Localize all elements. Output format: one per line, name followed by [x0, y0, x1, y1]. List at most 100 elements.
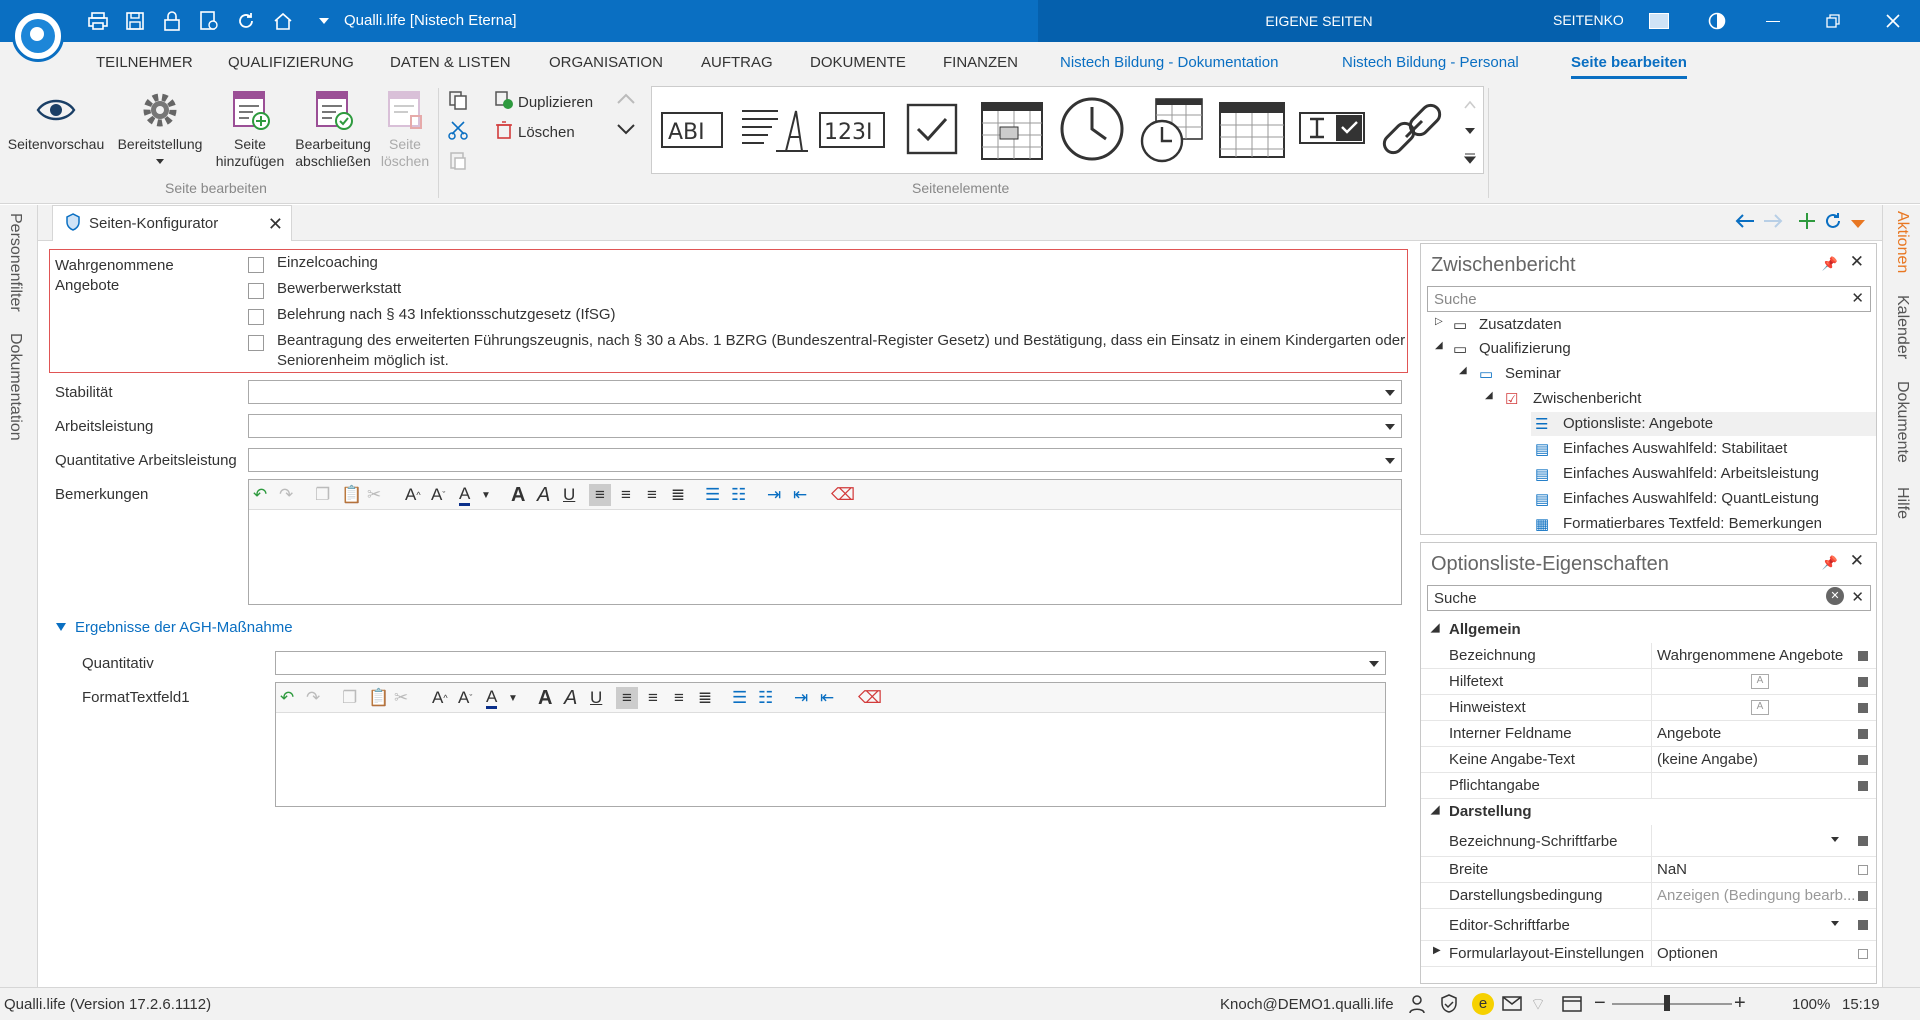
menu-nistech-dokumentation[interactable]: Nistech Bildung - Dokumentation [1060, 54, 1278, 71]
prop-marker[interactable] [1858, 920, 1868, 930]
text-check-icon[interactable] [1296, 93, 1368, 165]
category-darstellung[interactable]: ◢ Darstellung [1421, 799, 1876, 825]
checkbox-belehrung[interactable] [248, 309, 264, 325]
chevron-down-icon[interactable] [1831, 921, 1839, 926]
loeschen-button[interactable]: Löschen [494, 120, 575, 144]
bold-icon[interactable]: A [538, 687, 552, 709]
menu-dokumente[interactable]: DOKUMENTE [810, 54, 906, 71]
checkbox-icon[interactable] [896, 93, 968, 165]
shrink-font-icon[interactable]: Aˇ [431, 484, 445, 506]
bold-icon[interactable]: A [511, 484, 525, 506]
pin-icon[interactable]: 📌 [1822, 256, 1838, 272]
tree-node-quantleistung[interactable]: Einfaches Auswahlfeld: QuantLeistung [1563, 490, 1819, 507]
forward-arrow-icon[interactable] [1762, 213, 1784, 233]
tree-node-optionsliste[interactable]: Optionsliste: Angebote [1563, 415, 1713, 432]
mail-icon[interactable] [1502, 996, 1522, 1016]
prop-value[interactable]: Optionen [1657, 945, 1857, 962]
prop-value[interactable]: NaN [1657, 861, 1857, 878]
align-center-icon[interactable]: ≡ [642, 687, 664, 709]
menu-seite-bearbeiten[interactable]: Seite bearbeiten [1571, 54, 1687, 79]
tree-node-zwischenbericht[interactable]: Zwischenbericht [1533, 390, 1641, 407]
side-tab-hilfe[interactable]: Hilfe [1893, 487, 1911, 519]
seite-hinzufuegen-button[interactable]: Seite hinzufügen [210, 88, 290, 170]
prop-marker[interactable] [1858, 836, 1868, 846]
indent-icon[interactable]: ⇥ [794, 687, 808, 709]
grow-font-icon[interactable]: A ^ [432, 687, 448, 709]
calendar-icon[interactable] [976, 93, 1048, 165]
window-icon[interactable] [1562, 996, 1582, 1016]
prop-row[interactable]: ▶ Formularlayout-Einstellungen Optionen [1421, 941, 1876, 967]
quick-access-dropdown-icon[interactable] [312, 9, 336, 33]
italic-icon[interactable]: A [537, 484, 550, 506]
tree-node-arbeitsleistung[interactable]: Einfaches Auswahlfeld: Arbeitsleistung [1563, 465, 1819, 482]
chevron-down-icon[interactable] [1831, 837, 1839, 842]
formattextfeld-editor[interactable]: ↶ ↷ ❐ 📋 ✂ A ^ Aˇ A ▼ A A U ≡ ≡ ≡ ≣ ☰ ☷ ⇥ … [275, 682, 1386, 807]
layout-icon[interactable] [1648, 10, 1670, 32]
align-right-icon[interactable]: ≡ [668, 687, 690, 709]
side-tab-kalender[interactable]: Kalender [1893, 295, 1911, 359]
text-edit-icon[interactable]: A [1751, 700, 1769, 715]
seite-loeschen-button[interactable]: Seite löschen [376, 88, 434, 170]
font-color-icon[interactable]: A [459, 484, 471, 506]
prop-marker[interactable] [1858, 703, 1868, 713]
bearbeitung-abschliessen-button[interactable]: Bearbeitung abschließen [290, 88, 376, 170]
justify-icon[interactable]: ≣ [694, 687, 716, 709]
tree-node-zusatzdaten[interactable]: Zusatzdaten [1479, 316, 1562, 333]
zoom-in-icon[interactable]: + [1734, 992, 1746, 1015]
expand-arrow-icon[interactable]: ▷ [1435, 316, 1443, 327]
menu-nistech-personal[interactable]: Nistech Bildung - Personal [1342, 54, 1519, 71]
contrast-icon[interactable] [1706, 10, 1728, 32]
shield-check-icon[interactable] [1440, 994, 1458, 1018]
prop-row[interactable]: Editor-Schriftfarbe [1421, 909, 1876, 941]
cut-icon[interactable]: ✂ [367, 484, 381, 506]
copy-icon[interactable]: ❐ [315, 484, 330, 506]
duplizieren-button[interactable]: Duplizieren [494, 90, 593, 114]
search-clear-icon[interactable]: ✕ [1851, 289, 1864, 307]
menu-teilnehmer[interactable]: TEILNEHMER [96, 54, 193, 71]
refresh-icon[interactable] [234, 9, 258, 33]
prop-marker[interactable] [1858, 865, 1868, 875]
prop-row[interactable]: Pflichtangabe [1421, 773, 1876, 799]
prop-marker[interactable] [1858, 949, 1868, 959]
align-right-icon[interactable]: ≡ [641, 484, 663, 506]
prop-row[interactable]: Interner Feldname Angebote [1421, 721, 1876, 747]
prop-value[interactable]: Wahrgenommene Angebote [1657, 647, 1857, 664]
copy-icon[interactable]: ❐ [342, 687, 357, 709]
checkbox-einzelcoaching[interactable] [248, 257, 264, 273]
cut-icon[interactable] [448, 120, 468, 144]
clear-circle-icon[interactable]: ✕ [1826, 587, 1844, 605]
search-close-icon[interactable]: ✕ [1851, 588, 1864, 606]
save-icon[interactable] [123, 9, 147, 33]
checkbox-bewerberwerkstatt[interactable] [248, 283, 264, 299]
side-tab-personenfilter[interactable]: Personenfilter [6, 213, 24, 312]
gallery-formatted-text[interactable] [736, 93, 808, 165]
align-left-icon[interactable]: ≡ [589, 484, 611, 506]
bereitstellung-button[interactable]: Bereitstellung [110, 88, 210, 164]
refresh-tab-icon[interactable] [1824, 212, 1842, 234]
copy-icon[interactable] [448, 90, 468, 114]
prop-marker[interactable] [1858, 729, 1868, 739]
prop-value[interactable]: Anzeigen (Bedingung bearb... [1657, 887, 1857, 904]
gallery-scroll-down-icon[interactable] [1464, 123, 1476, 140]
prop-marker[interactable] [1858, 781, 1868, 791]
prop-marker[interactable] [1858, 651, 1868, 661]
zoom-slider[interactable] [1612, 1003, 1732, 1005]
add-icon[interactable] [1798, 212, 1816, 234]
align-left-icon[interactable]: ≡ [616, 687, 638, 709]
user-icon[interactable] [1408, 994, 1426, 1018]
back-arrow-icon[interactable] [1734, 213, 1756, 233]
menu-qualifizierung[interactable]: QUALIFIZIERUNG [228, 54, 354, 71]
prop-marker[interactable] [1858, 891, 1868, 901]
section-agh-toggle[interactable]: Ergebnisse der AGH-Maßnahme [55, 619, 293, 636]
dropdown-orange-icon[interactable] [1850, 216, 1866, 233]
table-icon[interactable] [1216, 93, 1288, 165]
prop-row[interactable]: Breite NaN [1421, 857, 1876, 883]
move-up-icon[interactable] [616, 92, 636, 109]
pane-close-icon[interactable]: ✕ [1850, 252, 1864, 272]
side-tab-dokumentation[interactable]: Dokumentation [6, 333, 24, 441]
prop-row[interactable]: Keine Angabe-Text (keine Angabe) [1421, 747, 1876, 773]
minimize-icon[interactable] [1762, 10, 1784, 32]
tab-close-icon[interactable]: ✕ [268, 214, 283, 235]
restore-icon[interactable] [1822, 10, 1844, 32]
prop-row[interactable]: Hinweistext A [1421, 695, 1876, 721]
